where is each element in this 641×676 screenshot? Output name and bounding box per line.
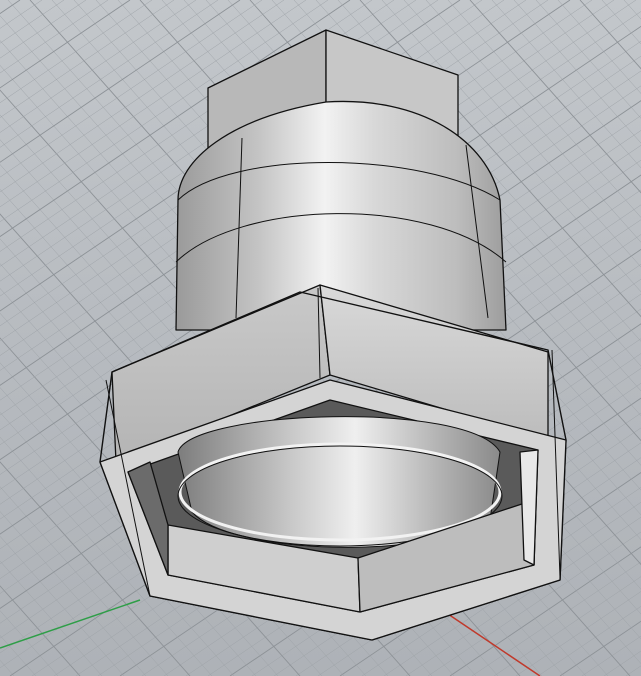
- grid-line: [601, 0, 641, 45]
- grid-line: [0, 635, 37, 676]
- grid-line: [579, 0, 641, 70]
- grid-line: [0, 0, 87, 59]
- grid-line: [0, 535, 125, 676]
- grid-line: [603, 650, 641, 676]
- grid-line: [581, 635, 641, 676]
- 3d-viewport[interactable]: [0, 0, 641, 676]
- world-x-axis: [444, 611, 541, 676]
- grid-line: [623, 0, 641, 20]
- viewport-canvas[interactable]: [0, 0, 641, 676]
- grid-line: [0, 560, 103, 676]
